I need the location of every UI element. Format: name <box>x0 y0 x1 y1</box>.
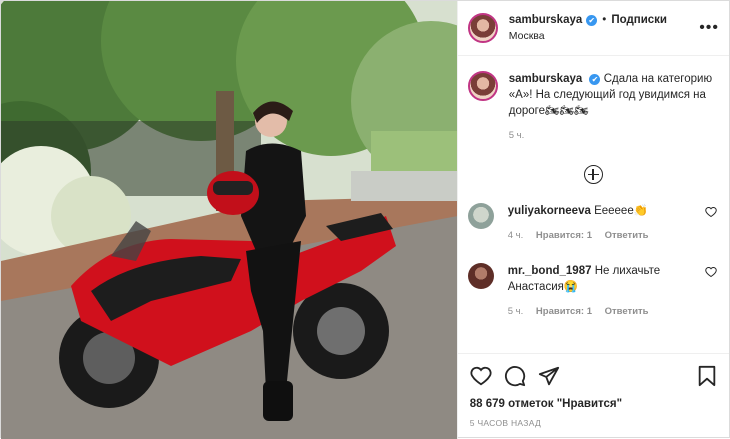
post-photo[interactable] <box>1 1 457 439</box>
comment-username[interactable]: yuliyakorneeva <box>508 205 591 217</box>
load-more-comments[interactable] <box>468 165 719 184</box>
instagram-post-dialog: samburskaya ✔ • Подписки Москва ••• samb… <box>0 0 730 439</box>
like-comment-heart-icon[interactable] <box>705 206 717 218</box>
separator-dot: • <box>602 14 607 26</box>
author-username[interactable]: samburskaya <box>509 14 583 26</box>
caption-verified-badge-icon: ✔ <box>589 74 601 85</box>
post-timestamp[interactable]: 5 ЧАСОВ НАЗАД <box>470 418 717 428</box>
caption-author-avatar[interactable] <box>467 71 498 101</box>
comment-age[interactable]: 4 ч. <box>508 230 524 241</box>
comment-age[interactable]: 5 ч. <box>508 306 524 317</box>
post-caption: samburskaya ✔ Сдала на категорию «А»! На… <box>467 71 719 144</box>
caption-username[interactable]: samburskaya <box>509 73 583 85</box>
comment-item: mr._bond_1987 Не лихачьте Анастасия😭 5 ч… <box>467 263 719 320</box>
post-header: samburskaya ✔ • Подписки Москва ••• <box>457 1 729 56</box>
post-location[interactable]: Москва <box>509 30 699 42</box>
verified-badge-icon: ✔ <box>586 14 598 26</box>
share-paper-plane-icon[interactable] <box>538 365 560 387</box>
comment-likes-count[interactable]: Нравится: 1 <box>536 306 592 317</box>
comment-likes-count[interactable]: Нравится: 1 <box>536 230 592 241</box>
motorcycle-photo-illustration <box>1 1 457 439</box>
like-heart-icon[interactable] <box>470 365 492 387</box>
post-sidebar: samburskaya ✔ • Подписки Москва ••• samb… <box>456 1 729 439</box>
author-info: samburskaya ✔ • Подписки Москва <box>509 14 699 42</box>
comment-bubble-icon[interactable] <box>504 365 526 387</box>
comments-section: samburskaya ✔ Сдала на категорию «А»! На… <box>458 57 729 353</box>
more-options-icon[interactable]: ••• <box>699 19 719 37</box>
save-bookmark-icon[interactable] <box>697 365 717 387</box>
author-avatar[interactable] <box>467 13 498 43</box>
caption-age[interactable]: 5 ч. <box>509 128 719 144</box>
plus-circle-icon[interactable] <box>583 165 603 184</box>
reply-button[interactable]: Ответить <box>605 230 649 241</box>
commenter-avatar[interactable] <box>467 263 494 289</box>
following-button[interactable]: Подписки <box>611 14 667 26</box>
comment-username[interactable]: mr._bond_1987 <box>508 265 592 277</box>
reply-button[interactable]: Ответить <box>605 306 649 317</box>
like-comment-heart-icon[interactable] <box>705 266 717 278</box>
commenter-avatar[interactable] <box>467 203 494 229</box>
comment-item: yuliyakorneeva Ееееее👏 4 ч. Нравится: 1 … <box>467 203 719 244</box>
comment-text: Ееееее👏 <box>594 205 649 217</box>
likes-count[interactable]: 88 679 отметок "Нравится" <box>470 398 717 410</box>
post-actions: 88 679 отметок "Нравится" 5 ЧАСОВ НАЗАД <box>457 353 729 439</box>
